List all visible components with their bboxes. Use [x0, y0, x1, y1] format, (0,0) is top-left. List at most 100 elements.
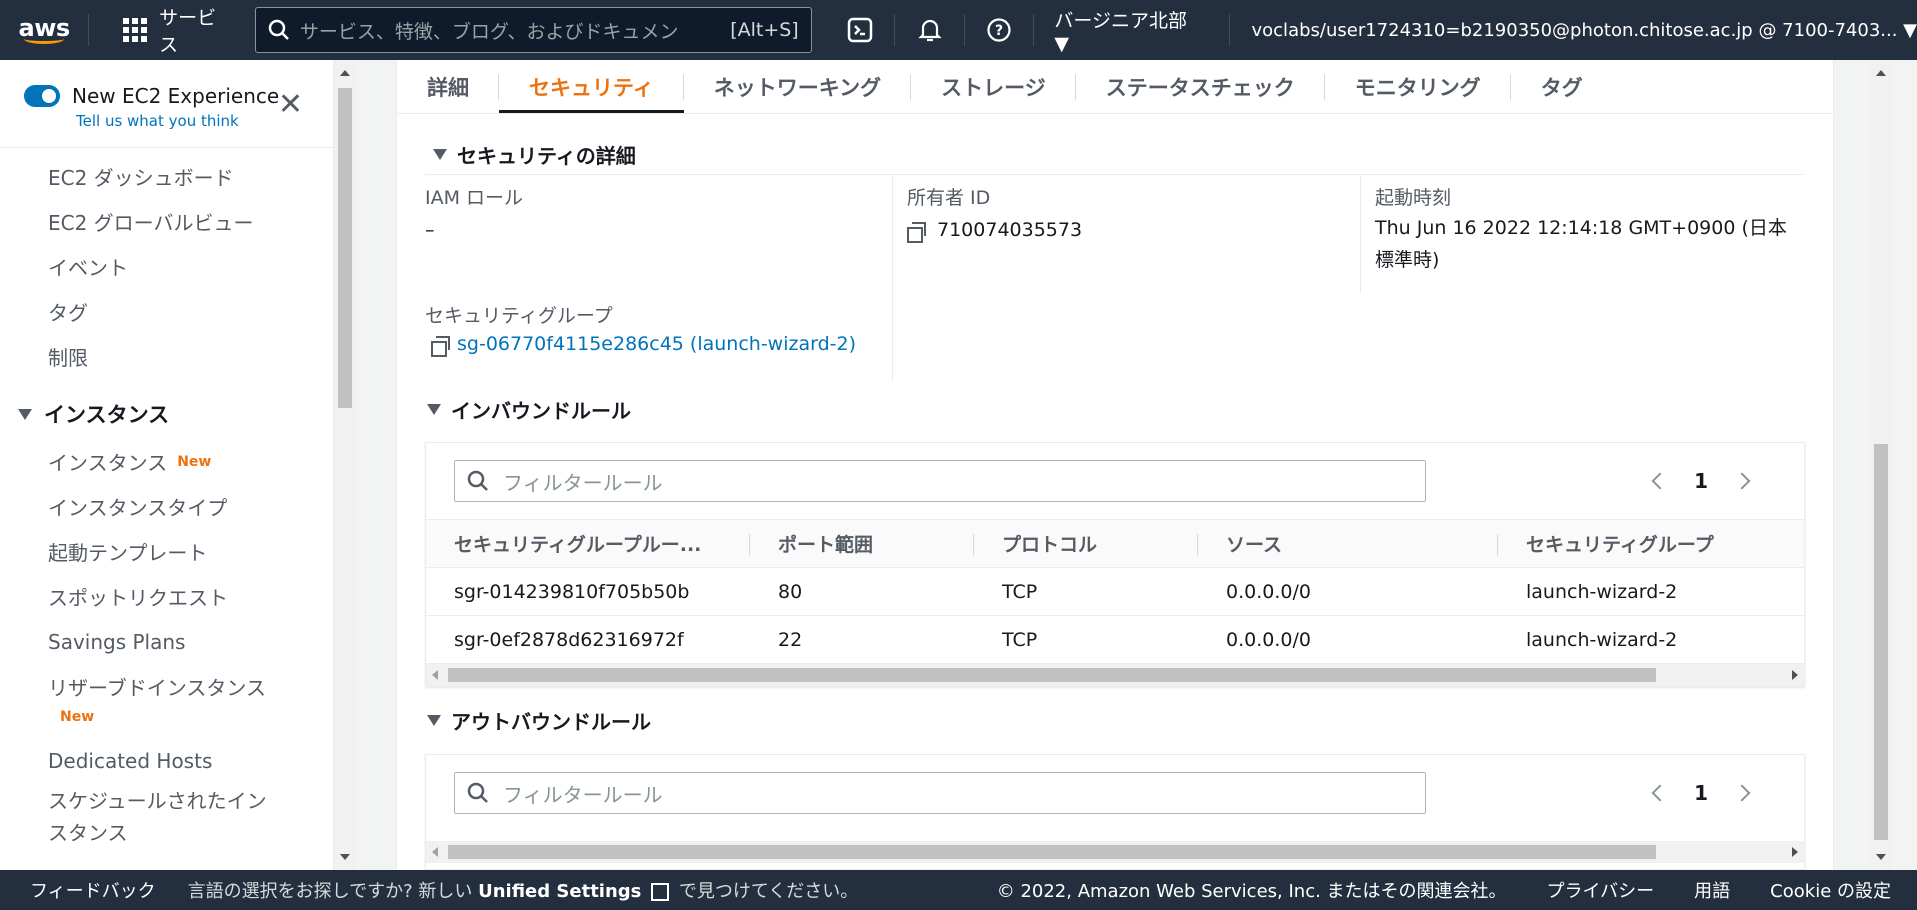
services-menu-button[interactable]: サービス: [89, 3, 255, 57]
column-label: セキュリティグループルー...: [454, 534, 702, 556]
terms-link[interactable]: 用語: [1694, 877, 1730, 903]
caret-down-icon: [427, 715, 441, 726]
sidebar-item-global-view[interactable]: EC2 グローバルビュー: [0, 199, 333, 244]
security-group-link[interactable]: sg-06770f4115e286c45 (launch-wizard-2): [457, 333, 856, 355]
copy-icon[interactable]: [907, 221, 926, 243]
scroll-down-icon[interactable]: [1876, 854, 1886, 860]
column-header[interactable]: プロトコル: [974, 519, 1198, 568]
page-number[interactable]: 1: [1694, 469, 1708, 493]
table-row[interactable]: sgr-0ef2878d62316972f 22 TCP 0.0.0.0/0 l…: [426, 615, 1804, 664]
pagination: 1: [1651, 781, 1751, 805]
scroll-left-icon[interactable]: [432, 847, 438, 857]
scrollbar-thumb[interactable]: [338, 88, 352, 408]
source-cell: 0.0.0.0/0: [1198, 615, 1498, 664]
search-input[interactable]: サービス、特徴、ブログ、およびドキュメン [Alt+S]: [254, 7, 812, 53]
security-details-header[interactable]: セキュリティの詳細: [433, 140, 636, 169]
section-title: インバウンドルール: [451, 399, 631, 423]
scroll-right-icon[interactable]: [1792, 847, 1798, 857]
inbound-rules-header[interactable]: インバウンドルール: [427, 395, 631, 424]
sidebar-item-scheduled-instances[interactable]: スケジュールされたインスタンス: [0, 783, 270, 857]
sidebar-item-savings-plans[interactable]: Savings Plans: [0, 619, 333, 664]
account-menu[interactable]: voclabs/user1724310=b2190350@photon.chit…: [1230, 20, 1917, 41]
field-value: –: [425, 219, 435, 241]
feedback-link[interactable]: フィードバック: [0, 877, 188, 903]
scrollbar-thumb[interactable]: [1874, 444, 1888, 840]
bell-icon: [917, 19, 942, 42]
sidebar-section-instances[interactable]: インスタンス: [0, 389, 333, 439]
tab-storage[interactable]: ストレージ: [911, 60, 1076, 113]
help-button[interactable]: ?: [965, 0, 1034, 60]
scroll-up-icon[interactable]: [1876, 70, 1886, 76]
column-header[interactable]: セキュリティグループ: [1498, 519, 1804, 568]
tell-us-link[interactable]: Tell us what you think: [24, 112, 309, 130]
unified-settings-link[interactable]: Unified Settings: [478, 881, 641, 902]
close-icon[interactable]: ✕: [278, 90, 303, 120]
help-icon: ?: [987, 18, 1011, 42]
sidebar-item-spot-requests[interactable]: スポットリクエスト: [0, 574, 333, 619]
port-cell: 22: [750, 615, 974, 664]
scroll-right-icon[interactable]: [1792, 670, 1798, 680]
column-header[interactable]: セキュリティグループルー...: [426, 519, 750, 568]
cookie-settings-link[interactable]: Cookie の設定: [1770, 877, 1891, 903]
footer-links: © 2022, Amazon Web Services, Inc. またはその関…: [997, 877, 1917, 903]
sidebar-scrollbar[interactable]: [334, 60, 356, 870]
tab-networking[interactable]: ネットワーキング: [684, 60, 912, 113]
chevron-right-icon[interactable]: [1733, 784, 1751, 802]
sidebar-item-instance-types[interactable]: インスタンスタイプ: [0, 484, 333, 529]
security-details-grid: IAM ロール – 所有者 ID 710074035573 起動時刻 Thu J…: [425, 174, 1805, 381]
scroll-left-icon[interactable]: [432, 670, 438, 680]
sidebar-item-ec2-dashboard[interactable]: EC2 ダッシュボード: [0, 154, 333, 199]
search-icon: [268, 19, 289, 40]
tab-details[interactable]: 詳細: [413, 60, 499, 113]
tab-monitoring[interactable]: モニタリング: [1325, 60, 1511, 113]
external-link-icon[interactable]: [651, 883, 670, 901]
sidebar-item-instances[interactable]: インスタンス New: [0, 439, 333, 484]
aws-smile-icon: [24, 34, 65, 44]
scrollbar-thumb[interactable]: [448, 668, 1656, 682]
main-scrollbar[interactable]: [1870, 60, 1892, 870]
horizontal-scrollbar[interactable]: [426, 841, 1804, 863]
port-cell: 80: [750, 567, 974, 616]
scrollbar-thumb[interactable]: [448, 845, 1656, 859]
chevron-right-icon[interactable]: [1733, 472, 1751, 490]
tab-tags[interactable]: タグ: [1511, 60, 1613, 113]
tab-status-checks[interactable]: ステータスチェック: [1076, 60, 1325, 113]
grid-icon: [123, 18, 148, 42]
page-number[interactable]: 1: [1694, 781, 1708, 805]
sidebar-item-limits[interactable]: 制限: [0, 334, 333, 379]
tab-security[interactable]: セキュリティ: [499, 60, 684, 113]
horizontal-scrollbar[interactable]: [426, 664, 1804, 686]
sidebar: New EC2 Experience Tell us what you thin…: [0, 60, 334, 870]
chevron-left-icon[interactable]: [1651, 472, 1669, 490]
sidebar-item-dedicated-hosts[interactable]: Dedicated Hosts: [0, 738, 333, 783]
filter-row: フィルタールール 1: [426, 755, 1804, 831]
filter-rules-input[interactable]: フィルタールール: [454, 460, 1426, 502]
column-header[interactable]: ポート範囲: [750, 519, 974, 568]
svg-text:?: ?: [995, 23, 1003, 39]
notifications-button[interactable]: [895, 0, 964, 60]
sidebar-item-tags[interactable]: タグ: [0, 289, 333, 334]
column-label: セキュリティグループ: [1526, 534, 1714, 556]
privacy-link[interactable]: プライバシー: [1547, 877, 1655, 903]
sidebar-item-events[interactable]: イベント: [0, 244, 333, 289]
filter-rules-input[interactable]: フィルタールール: [454, 772, 1426, 814]
owner-id-field: 所有者 ID 710074035573: [893, 175, 1361, 293]
sidebar-item-reserved-instances[interactable]: リザーブドインスタンス New: [0, 664, 333, 738]
pagination: 1: [1651, 469, 1751, 493]
sidebar-item-launch-templates[interactable]: 起動テンプレート: [0, 529, 333, 574]
cloudshell-button[interactable]: [826, 0, 895, 60]
column-header[interactable]: ソース: [1198, 519, 1498, 568]
launch-time-field: 起動時刻 Thu Jun 16 2022 12:14:18 GMT+0900 (…: [1361, 175, 1805, 293]
aws-logo[interactable]: aws: [0, 0, 88, 60]
outbound-rules-header[interactable]: アウトバウンドルール: [427, 706, 651, 735]
copy-icon[interactable]: [431, 335, 450, 357]
new-experience-toggle[interactable]: [24, 85, 60, 107]
chevron-left-icon[interactable]: [1651, 784, 1669, 802]
search-icon: [467, 782, 488, 803]
scroll-down-icon[interactable]: [340, 854, 350, 860]
region-selector[interactable]: バージニア北部 ▼: [1034, 6, 1228, 55]
tab-label: タグ: [1540, 75, 1583, 100]
table-row[interactable]: sgr-014239810f705b50b 80 TCP 0.0.0.0/0 l…: [426, 567, 1804, 616]
scroll-up-icon[interactable]: [340, 70, 350, 76]
caret-down-icon: [427, 404, 441, 415]
